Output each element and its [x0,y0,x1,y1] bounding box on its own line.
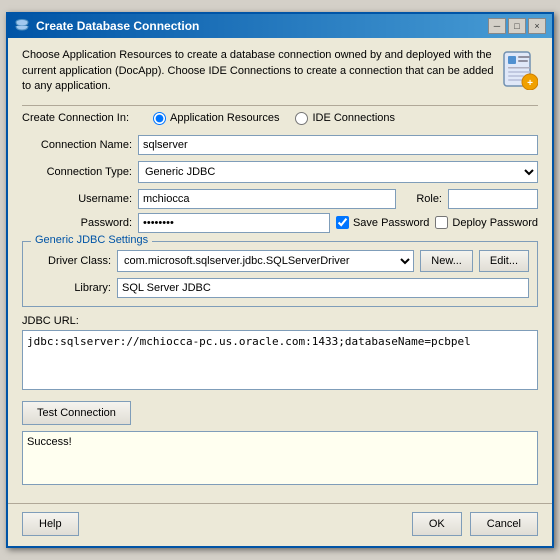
help-button[interactable]: Help [22,512,79,536]
save-password-checkbox[interactable] [336,216,349,229]
top-divider [22,105,538,106]
minimize-button[interactable]: ─ [488,18,506,34]
maximize-button[interactable]: □ [508,18,526,34]
ok-button[interactable]: OK [412,512,462,536]
connection-type-select[interactable]: Generic JDBC Oracle (JDBC) MySQL (JDBC) … [138,161,538,183]
status-text: Success! [27,436,72,448]
close-button[interactable]: × [528,18,546,34]
jdbc-url-input[interactable]: jdbc:sqlserver://mchiocca-pc.us.oracle.c… [22,330,538,390]
main-window: Create Database Connection ─ □ × Choose … [6,12,554,547]
new-button[interactable]: New... [420,250,473,272]
username-label: Username: [22,193,132,205]
radio-app-resources-label: Application Resources [170,112,279,124]
edit-button[interactable]: Edit... [479,250,529,272]
driver-class-label: Driver Class: [31,255,111,267]
radio-app-resources[interactable]: Application Resources [153,112,279,125]
bottom-bar: Help OK Cancel [8,503,552,546]
title-bar: Create Database Connection ─ □ × [8,14,552,38]
jdbc-section: Generic JDBC Settings Driver Class: com.… [22,241,538,307]
db-icon-container: + [496,48,538,93]
password-label: Password: [22,217,132,229]
save-password-checkbox-group[interactable]: Save Password [336,216,429,229]
username-role-row: Username: Role: [22,189,538,209]
create-connection-label: Create Connection In: [22,112,129,124]
radio-ide-connections-label: IDE Connections [312,112,395,124]
title-bar-left: Create Database Connection [14,18,199,34]
test-connection-button[interactable]: Test Connection [22,401,131,425]
role-input[interactable] [448,189,538,209]
jdbc-url-section: JDBC URL: jdbc:sqlserver://mchiocca-pc.u… [22,315,538,393]
library-input[interactable] [117,278,529,298]
svg-text:+: + [527,78,533,89]
role-label: Role: [402,193,442,205]
library-label: Library: [31,282,111,294]
deploy-password-checkbox[interactable] [435,216,448,229]
library-row: Library: [31,278,529,298]
save-password-label: Save Password [353,217,429,229]
title-buttons: ─ □ × [488,18,546,34]
deploy-password-checkbox-group[interactable]: Deploy Password [435,216,538,229]
driver-class-select[interactable]: com.microsoft.sqlserver.jdbc.SQLServerDr… [117,250,414,272]
status-box: Success! [22,431,538,485]
connection-name-row: Connection Name: [22,135,538,155]
bottom-right-buttons: OK Cancel [412,512,538,536]
title-icon [14,18,30,34]
radio-ide-connections-input[interactable] [295,112,308,125]
window-title: Create Database Connection [36,19,199,33]
radio-row: Create Connection In: Application Resour… [22,112,538,125]
deploy-password-label: Deploy Password [452,217,538,229]
radio-ide-connections[interactable]: IDE Connections [295,112,395,125]
description-text: Choose Application Resources to create a… [22,48,496,94]
connection-name-input[interactable] [138,135,538,155]
username-input[interactable] [138,189,396,209]
connection-name-label: Connection Name: [22,139,132,151]
password-input[interactable] [138,213,330,233]
radio-app-resources-input[interactable] [153,112,166,125]
password-row: Password: Save Password Deploy Password [22,213,538,233]
database-icon: + [496,48,538,90]
driver-class-row: Driver Class: com.microsoft.sqlserver.jd… [31,250,529,272]
jdbc-url-label: JDBC URL: [22,315,538,327]
main-content: Choose Application Resources to create a… [8,38,552,502]
jdbc-section-title: Generic JDBC Settings [31,234,152,246]
header-section: Choose Application Resources to create a… [22,48,538,94]
cancel-button[interactable]: Cancel [470,512,538,536]
connection-type-row: Connection Type: Generic JDBC Oracle (JD… [22,161,538,183]
connection-type-label: Connection Type: [22,166,132,178]
